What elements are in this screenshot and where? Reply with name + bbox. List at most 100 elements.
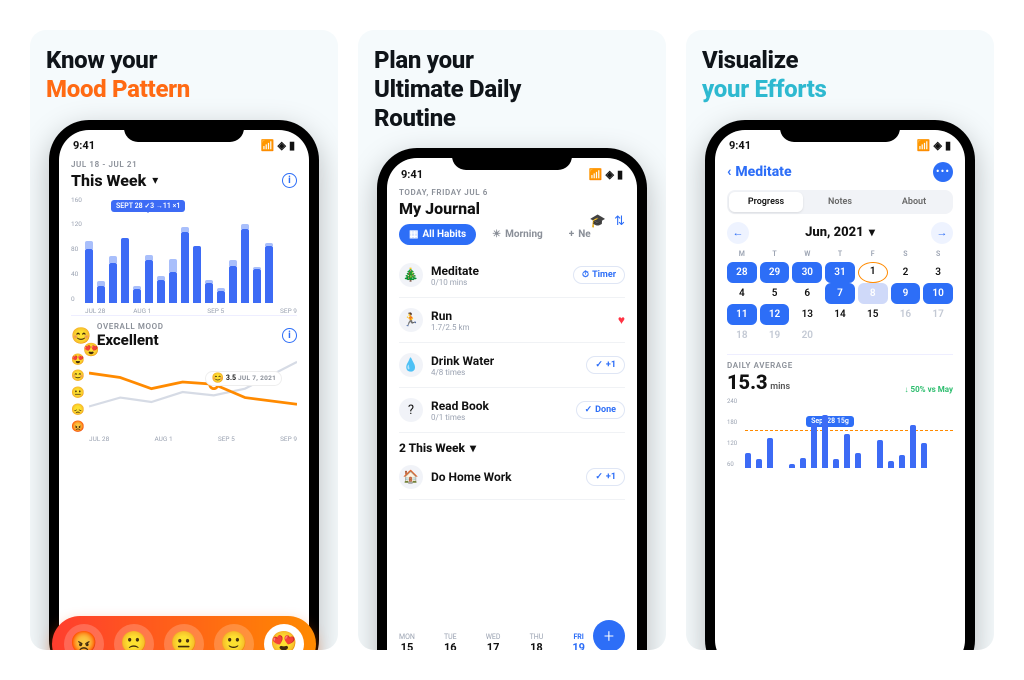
bar-tooltip: SEPT 28 ✓3 →11 ×1	[111, 200, 185, 212]
cal-day[interactable]: 30	[792, 262, 822, 283]
habit-item[interactable]: 🏃 Run 1.7/2.5 km♥	[399, 298, 625, 343]
headline-line2: Mood Pattern	[46, 75, 190, 103]
x-axis: JUL 28AUG 1SEP 5SEP 9	[85, 307, 297, 315]
habit-item[interactable]: 🎄 Meditate 0/10 mins⏱Timer	[399, 253, 625, 298]
cal-day[interactable]	[858, 325, 888, 346]
mood-sad-button[interactable]: 🙁	[114, 624, 154, 650]
habit-action-button[interactable]: ✓+1	[586, 356, 625, 374]
plus-one-button[interactable]: ✓+1	[586, 468, 625, 486]
status-time: 9:41	[401, 168, 423, 181]
cal-day[interactable]: 2	[891, 262, 921, 283]
stat-card: DAILY AVERAGE 15.3 mins ↓ 50% vs May 240…	[727, 354, 953, 478]
segment-notes[interactable]: Notes	[803, 192, 877, 212]
calendar-header: MTWTFSS	[727, 250, 953, 258]
cal-day[interactable]: 3	[923, 262, 953, 283]
habit-sub: 0/1 times	[431, 413, 568, 422]
prev-month-button[interactable]: ←	[727, 222, 749, 244]
cal-day[interactable]: 14	[825, 304, 855, 325]
cal-day[interactable]: 6	[792, 283, 822, 304]
day-tab[interactable]: TUE16	[444, 633, 457, 650]
add-habit-fab[interactable]: +	[593, 620, 625, 650]
section-this-week[interactable]: 2 This Week	[399, 433, 625, 455]
headline: Know your Mood Pattern	[46, 46, 190, 104]
cal-day[interactable]: 19	[760, 325, 790, 346]
mini-bars	[745, 408, 953, 468]
habit-item[interactable]: 🏠 Do Home Work ✓+1	[399, 455, 625, 500]
headline: Visualize your Efforts	[702, 46, 827, 104]
cal-day[interactable]: 17	[923, 304, 953, 325]
filter-morning-button[interactable]: ☀Morning	[482, 224, 553, 245]
segment-progress[interactable]: Progress	[729, 192, 803, 212]
segment-control: ProgressNotesAbout	[727, 190, 953, 214]
screen: 9:41 📶◈▮ 🎓 ⇅ TODAY, FRIDAY JUL 6 My Jour…	[387, 158, 637, 650]
cal-day[interactable]: 28	[727, 262, 757, 283]
cal-day[interactable]: 7	[825, 283, 855, 304]
cal-day[interactable]: 31	[825, 262, 855, 283]
cal-day[interactable]: 13	[792, 304, 822, 325]
cal-day[interactable]: 10	[923, 283, 953, 304]
next-month-button[interactable]: →	[931, 222, 953, 244]
phone-frame: 9:41 📶◈▮ 🎓 ⇅ TODAY, FRIDAY JUL 6 My Jour…	[377, 148, 647, 650]
more-button[interactable]: •••	[933, 162, 953, 182]
status-icons: 📶◈▮	[589, 168, 623, 181]
month-nav: ← Jun, 2021 →	[727, 222, 953, 244]
day-tab[interactable]: WED17	[486, 633, 501, 650]
title-row[interactable]: This Week i	[71, 171, 297, 190]
info-icon[interactable]: i	[282, 173, 297, 188]
mood-angry-button[interactable]: 😡	[64, 624, 104, 650]
cal-day[interactable]: 18	[727, 325, 757, 346]
cal-day[interactable]	[891, 325, 921, 346]
content: JUL 18 - JUL 21 This Week i 16012080400 …	[59, 156, 309, 650]
cal-day[interactable]: 4	[727, 283, 757, 304]
cal-day[interactable]: 11	[727, 304, 757, 325]
habit-sub: 4/8 times	[431, 368, 578, 377]
habit-icon: 🏠	[399, 465, 423, 489]
phone-frame: 9:41 📶 ◈ ▮ JUL 18 - JUL 21 This Week i 1…	[49, 120, 319, 650]
mini-y: 24018012060	[727, 398, 737, 468]
back-button[interactable]: ‹Meditate	[727, 164, 792, 180]
filter-all-button[interactable]: ▦All Habits	[399, 224, 476, 245]
habit-name: Run	[431, 309, 610, 323]
content: 🎓 ⇅ TODAY, FRIDAY JUL 6 My Journal ▦All …	[387, 184, 637, 650]
habit-name: Drink Water	[431, 354, 578, 368]
cal-day[interactable]: 1	[858, 262, 888, 283]
calendar-body: 282930311234567891011121314151617181920	[727, 262, 953, 346]
mood-chart: 😍😊😐😞😡 😊 3.5 JUL 7, 2021	[71, 353, 297, 443]
mood-love-button[interactable]: 😍	[264, 624, 304, 650]
habit-item[interactable]: ? Read Book 0/1 times✓Done	[399, 388, 625, 433]
habit-name: Read Book	[431, 399, 568, 413]
day-tab[interactable]: MON15	[399, 633, 415, 650]
nav-row: ‹Meditate •••	[727, 160, 953, 182]
cal-day[interactable]: 20	[792, 325, 822, 346]
cal-day[interactable]	[825, 325, 855, 346]
cal-day[interactable]: 9	[891, 283, 921, 304]
month-label[interactable]: Jun, 2021	[805, 225, 875, 240]
achieve-icon[interactable]: 🎓	[590, 214, 606, 229]
day-tab[interactable]: FRI19	[572, 633, 585, 650]
screen: 9:41 📶 ◈ ▮ JUL 18 - JUL 21 This Week i 1…	[59, 130, 309, 650]
habit-name: Do Home Work	[431, 470, 578, 484]
mood-happy-button[interactable]: 🙂	[214, 624, 254, 650]
habit-action-button[interactable]: ⏱Timer	[573, 266, 625, 284]
mood-card: 😊 OVERALL MOOD Excellent i 😍😊😐😞😡	[71, 322, 297, 443]
day-tab[interactable]: THU18	[530, 633, 544, 650]
cal-day[interactable]: 16	[891, 304, 921, 325]
stat-delta: ↓ 50% vs May	[905, 385, 953, 394]
mood-lines: 😊 3.5 JUL 7, 2021 😍	[89, 353, 297, 431]
cal-day[interactable]: 15	[858, 304, 888, 325]
cal-day[interactable]: 29	[760, 262, 790, 283]
cal-day[interactable]: 12	[760, 304, 790, 325]
habit-item[interactable]: 💧 Drink Water 4/8 times✓+1	[399, 343, 625, 388]
cal-day[interactable]	[923, 325, 953, 346]
status-time: 9:41	[729, 139, 751, 152]
cal-day[interactable]: 8	[858, 283, 888, 304]
mood-neutral-button[interactable]: 😐	[164, 624, 204, 650]
cal-day[interactable]: 5	[760, 283, 790, 304]
line-peak-emoji: 😍	[83, 343, 99, 358]
sort-icon[interactable]: ⇅	[614, 214, 625, 229]
habit-action-button[interactable]: ✓Done	[576, 401, 625, 419]
habit-name: Meditate	[431, 264, 565, 278]
header-actions: 🎓 ⇅	[590, 214, 625, 229]
segment-about[interactable]: About	[877, 192, 951, 212]
info-icon[interactable]: i	[282, 328, 297, 343]
